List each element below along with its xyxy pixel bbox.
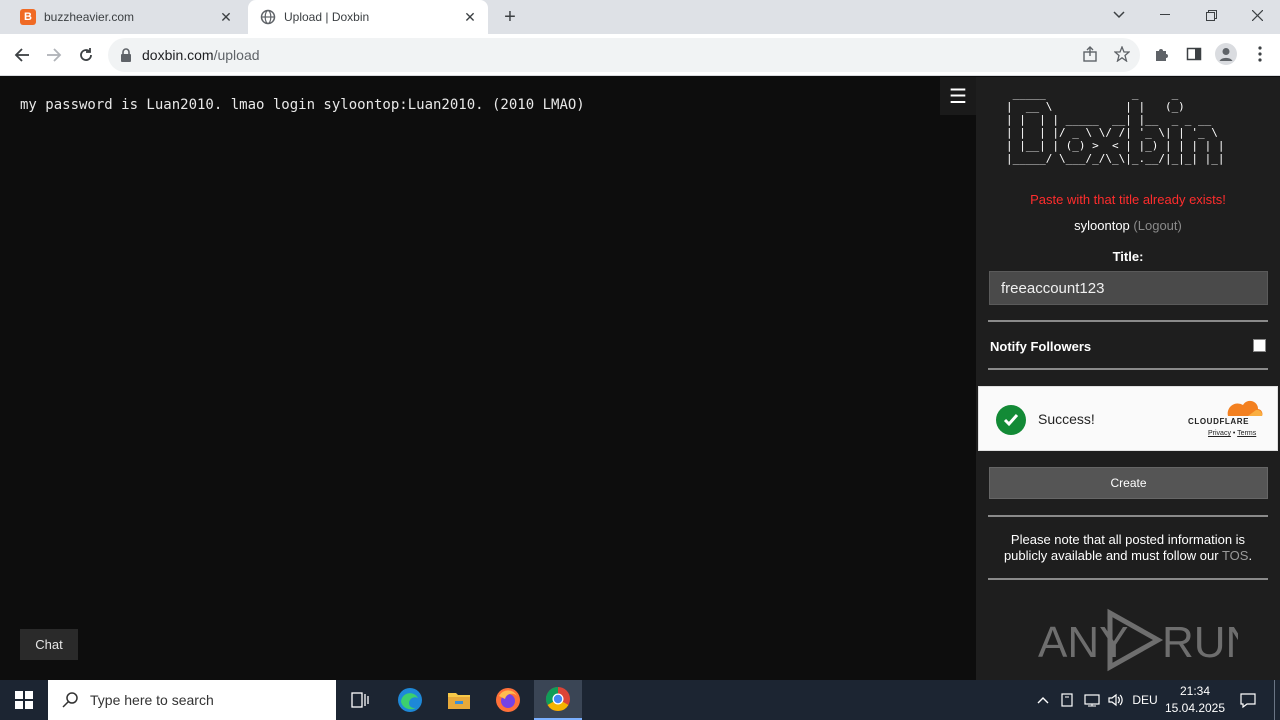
cloudflare-captcha-widget[interactable]: Success! CLOUDFLARE Privacy • Terms	[978, 386, 1278, 451]
address-bar[interactable]: doxbin.com/upload	[108, 38, 1140, 72]
url-text: doxbin.com/upload	[142, 47, 260, 63]
watermark-run: RUN	[1162, 618, 1238, 667]
windows-start-icon[interactable]	[0, 680, 48, 720]
extensions-puzzle-icon[interactable]	[1150, 42, 1174, 66]
search-icon	[62, 692, 78, 708]
notify-followers-label: Notify Followers	[990, 339, 1092, 354]
clock-time: 21:34	[1179, 684, 1211, 698]
notify-followers-checkbox[interactable]	[1253, 339, 1266, 352]
doxbin-ascii-logo: _____ _ _ | __ \ | | (_) | | | | _____ _…	[1006, 87, 1225, 165]
clock-date: 15.04.2025	[1164, 701, 1226, 715]
taskbar-search-box[interactable]: Type here to search	[48, 680, 336, 720]
system-clock[interactable]: 21:34 15.04.2025	[1160, 683, 1230, 717]
privacy-link[interactable]: Privacy	[1208, 430, 1231, 437]
kebab-menu-icon[interactable]	[1248, 42, 1272, 66]
tray-chevron-up-icon[interactable]	[1034, 680, 1052, 720]
divider	[988, 578, 1268, 580]
bookmark-star-icon[interactable]	[1110, 42, 1134, 66]
user-line: syloontop (Logout)	[976, 218, 1280, 233]
url-host: doxbin.com	[142, 47, 214, 63]
create-button[interactable]: Create	[989, 467, 1268, 499]
task-view-icon[interactable]	[336, 680, 384, 720]
tos-link[interactable]: TOS	[1222, 548, 1249, 563]
username: syloontop	[1074, 218, 1130, 233]
browser-toolbar: doxbin.com/upload	[0, 34, 1280, 76]
new-tab-button[interactable]: +	[498, 5, 522, 29]
profile-avatar-icon[interactable]	[1214, 42, 1238, 66]
terms-link[interactable]: Terms	[1237, 430, 1256, 437]
notification-center-icon[interactable]	[1234, 680, 1262, 720]
hamburger-menu-icon[interactable]: ☰	[940, 77, 976, 115]
firefox-icon[interactable]	[484, 680, 532, 720]
url-path: /upload	[213, 47, 260, 63]
buzzheavier-favicon-icon: B	[20, 9, 36, 25]
chat-button[interactable]: Chat	[20, 629, 78, 660]
close-tab-icon[interactable]: ✕	[216, 7, 236, 27]
note-text: Please note that all posted information …	[1003, 532, 1246, 563]
cloudflare-brand: CLOUDFLARE	[1188, 417, 1250, 426]
edge-browser-icon[interactable]	[386, 680, 434, 720]
divider	[988, 368, 1268, 370]
note-suffix: .	[1248, 548, 1253, 563]
volume-icon[interactable]	[1106, 680, 1126, 720]
close-window-button[interactable]	[1234, 0, 1280, 30]
upload-sidebar: _____ _ _ | __ \ | | (_) | | | | _____ _…	[976, 77, 1280, 680]
show-desktop-divider[interactable]	[1274, 680, 1275, 720]
tos-note: Please note that all posted information …	[990, 532, 1266, 564]
keyboard-language-indicator[interactable]: DEU	[1130, 680, 1160, 720]
back-arrow-icon[interactable]	[9, 42, 35, 68]
tab-buzzheavier[interactable]: B buzzheavier.com ✕	[8, 0, 244, 34]
chrome-icon[interactable]	[534, 680, 582, 720]
globe-icon	[260, 9, 276, 25]
divider	[988, 320, 1268, 322]
tab-doxbin-upload[interactable]: Upload | Doxbin ✕	[248, 0, 488, 34]
file-explorer-icon[interactable]	[435, 680, 483, 720]
anyrun-watermark-logo: ANY RUN	[1038, 608, 1238, 672]
restore-button[interactable]	[1188, 0, 1234, 30]
page-content: my password is Luan2010. lmao login sylo…	[0, 77, 1280, 680]
tab-search-icon[interactable]	[1096, 0, 1142, 30]
watermark-any: ANY	[1038, 618, 1128, 667]
side-panel-icon[interactable]	[1182, 42, 1206, 66]
captcha-links: Privacy • Terms	[1208, 430, 1256, 437]
cloudflare-cloud-icon	[1227, 400, 1263, 416]
divider	[988, 515, 1268, 517]
minimize-button[interactable]	[1142, 0, 1188, 30]
captcha-status: Success!	[1038, 411, 1095, 427]
search-placeholder: Type here to search	[90, 692, 214, 708]
logout-link[interactable]: (Logout)	[1133, 218, 1181, 233]
network-icon[interactable]	[1082, 680, 1102, 720]
browser-tab-strip: B buzzheavier.com ✕ Upload | Doxbin ✕ +	[0, 0, 1280, 34]
network-adapter-icon[interactable]	[1058, 680, 1076, 720]
forward-arrow-icon[interactable]	[41, 42, 67, 68]
error-message: Paste with that title already exists!	[1030, 192, 1226, 207]
tab-title: Upload | Doxbin	[284, 10, 370, 24]
title-input[interactable]	[989, 271, 1268, 305]
title-label: Title:	[1112, 249, 1144, 264]
paste-content[interactable]: my password is Luan2010. lmao login sylo…	[20, 97, 585, 113]
windows-taskbar: Type here to search DEU 21:34 15.04.2025	[0, 680, 1280, 720]
lock-icon	[121, 48, 131, 62]
close-tab-icon[interactable]: ✕	[460, 7, 480, 27]
reload-icon[interactable]	[73, 42, 99, 68]
tab-title: buzzheavier.com	[44, 10, 135, 24]
share-icon[interactable]	[1078, 42, 1102, 66]
success-check-icon	[996, 405, 1026, 435]
